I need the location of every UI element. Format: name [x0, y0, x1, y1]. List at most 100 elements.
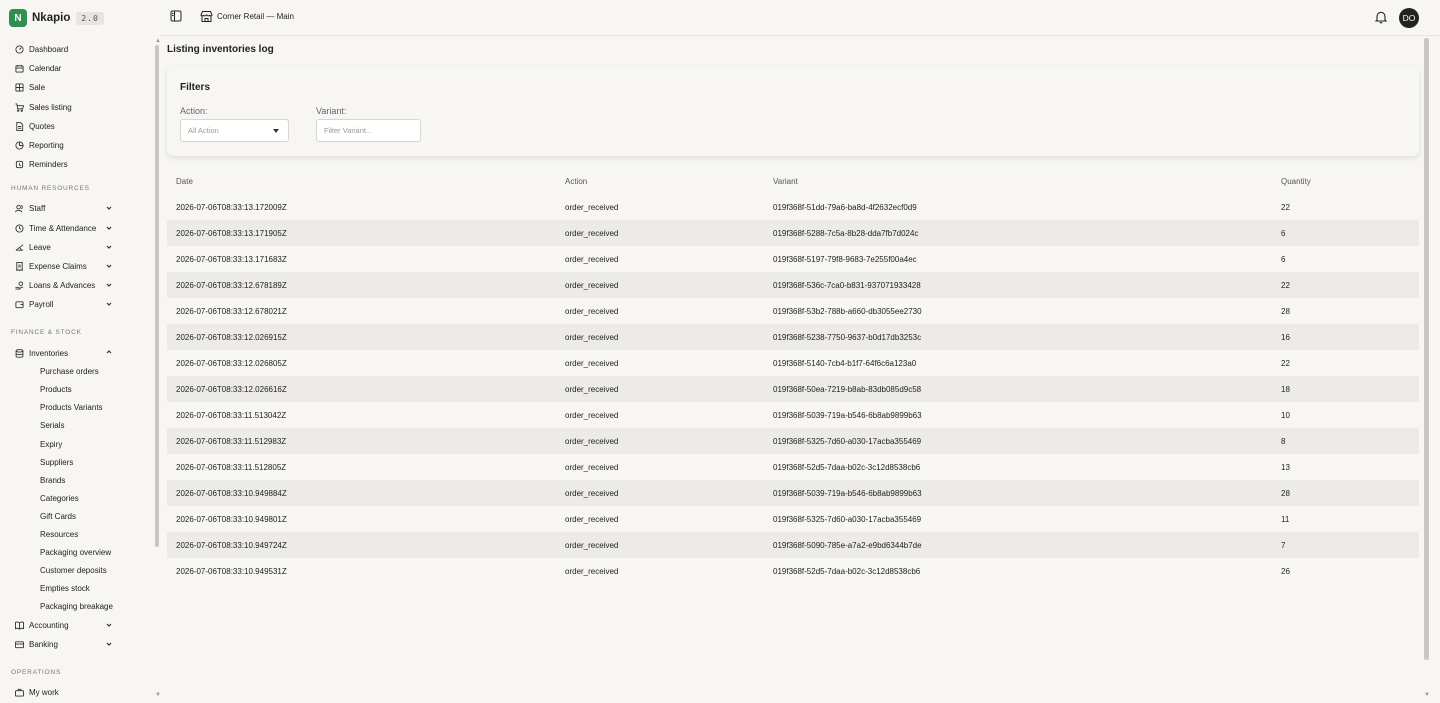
sidebar-subitem-products-variants[interactable]: Products Variants: [0, 399, 160, 417]
clock-icon: [14, 223, 24, 233]
sidebar-subitem-brands[interactable]: Brands: [0, 471, 160, 489]
column-header-quantity[interactable]: Quantity: [1281, 177, 1311, 186]
sidebar-item-time-attendance[interactable]: Time & Attendance: [0, 219, 160, 238]
sidebar-item-label: Loans & Advances: [29, 281, 96, 291]
table-row[interactable]: 2026-07-06T08:33:10.949801Z order_receive…: [167, 506, 1419, 532]
main-scrollbar[interactable]: [1424, 38, 1429, 660]
cell-action: order_received: [565, 515, 619, 524]
sidebar-item-payroll[interactable]: Payroll: [0, 295, 160, 314]
column-header-date[interactable]: Date: [176, 177, 193, 186]
table-row[interactable]: 2026-07-06T08:33:11.512805Z order_receive…: [167, 454, 1419, 480]
calendar-icon: [14, 64, 24, 74]
store-selector[interactable]: Corner Retail — Main: [200, 10, 294, 23]
sidebar-subitem-suppliers[interactable]: Suppliers: [0, 453, 160, 471]
sidebar-item-label: Dashboard: [29, 45, 69, 55]
sidebar-subitem-purchase-orders[interactable]: Purchase orders: [0, 363, 160, 381]
topbar: Corner Retail — Main DO: [160, 0, 1440, 36]
table-row[interactable]: 2026-07-06T08:33:11.512983Z order_receive…: [167, 428, 1419, 454]
book-icon: [14, 621, 24, 631]
table-row[interactable]: 2026-07-06T08:33:12.678021Z order_receive…: [167, 298, 1419, 324]
cell-quantity: 11: [1281, 515, 1290, 524]
sidebar-item-sales-listing[interactable]: Sales listing: [0, 98, 160, 117]
bell-icon[interactable]: [1374, 10, 1388, 24]
sidebar-subitem-packaging-breakage[interactable]: Packaging breakage: [0, 598, 160, 616]
sidebar-scroll-up-arrow[interactable]: ▲: [155, 38, 160, 44]
cell-action: order_received: [565, 567, 619, 576]
sidebar-item-accounting[interactable]: Accounting: [0, 616, 160, 635]
table-row[interactable]: 2026-07-06T08:33:12.678189Z order_receive…: [167, 272, 1419, 298]
cell-action: order_received: [565, 437, 619, 446]
brand[interactable]: N Nkapio 2.0: [9, 8, 104, 28]
table-row[interactable]: 2026-07-06T08:33:13.171905Z order_receive…: [167, 220, 1419, 246]
table-row[interactable]: 2026-07-06T08:33:10.949724Z order_receive…: [167, 532, 1419, 558]
table-row[interactable]: 2026-07-06T08:33:12.026616Z order_receive…: [167, 376, 1419, 402]
sidebar: N Nkapio 2.0 Dashboard Calendar Sale Sal…: [0, 0, 160, 703]
sidebar-item-my-work[interactable]: My work: [0, 683, 160, 702]
sidebar-item-sale[interactable]: Sale: [0, 78, 160, 97]
cell-action: order_received: [565, 385, 619, 394]
cell-variant: 019f368f-5197-79f8-9683-7e255f00a4ec: [773, 255, 917, 264]
leave-icon: [14, 242, 24, 252]
cell-quantity: 10: [1281, 411, 1290, 420]
table-row[interactable]: 2026-07-06T08:33:13.171683Z order_receive…: [167, 246, 1419, 272]
cell-variant: 019f368f-51dd-79a6-ba8d-4f2632ecf0d9: [773, 203, 917, 212]
chevron-down-icon: [106, 226, 112, 230]
sidebar-item-dashboard[interactable]: Dashboard: [0, 40, 160, 59]
sidebar-subitem-customer-deposits[interactable]: Customer deposits: [0, 562, 160, 580]
table-row[interactable]: 2026-07-06T08:33:10.949884Z order_receive…: [167, 480, 1419, 506]
cell-action: order_received: [565, 359, 619, 368]
avatar[interactable]: DO: [1399, 8, 1419, 28]
cell-date: 2026-07-06T08:33:11.513042Z: [176, 411, 287, 420]
action-filter-select[interactable]: All Action: [180, 119, 289, 142]
cell-quantity: 28: [1281, 489, 1290, 498]
chevron-down-icon: [106, 283, 112, 287]
sidebar-item-reporting[interactable]: Reporting: [0, 136, 160, 155]
cell-date: 2026-07-06T08:33:13.172009Z: [176, 203, 287, 212]
table-row[interactable]: 2026-07-06T08:33:11.513042Z order_receive…: [167, 402, 1419, 428]
column-header-action[interactable]: Action: [565, 177, 587, 186]
cell-date: 2026-07-06T08:33:13.171905Z: [176, 229, 287, 238]
sidebar-item-expense-claims[interactable]: Expense Claims: [0, 257, 160, 276]
sidebar-item-reminders[interactable]: Reminders: [0, 155, 160, 174]
cell-variant: 019f368f-5039-719a-b546-6b8ab9899b63: [773, 411, 922, 420]
sidebar-item-calendar[interactable]: Calendar: [0, 59, 160, 78]
sidebar-item-leave[interactable]: Leave: [0, 238, 160, 257]
column-header-variant[interactable]: Variant: [773, 177, 798, 186]
table-row[interactable]: 2026-07-06T08:33:12.026805Z order_receive…: [167, 350, 1419, 376]
sidebar-subitem-categories[interactable]: Categories: [0, 489, 160, 507]
cell-action: order_received: [565, 333, 619, 342]
sidebar-subitem-gift-cards[interactable]: Gift Cards: [0, 507, 160, 525]
sidebar-item-inventories[interactable]: Inventories: [0, 343, 160, 362]
variant-filter-input[interactable]: [316, 119, 421, 142]
sidebar-subitem-packaging-overview[interactable]: Packaging overview: [0, 544, 160, 562]
sidebar-toggle-icon[interactable]: [170, 10, 182, 22]
database-icon: [14, 348, 24, 358]
sidebar-item-loans-advances[interactable]: Loans & Advances: [0, 276, 160, 295]
table-row[interactable]: 2026-07-06T08:33:13.172009Z order_receive…: [167, 194, 1419, 220]
sidebar-subitem-expiry[interactable]: Expiry: [0, 435, 160, 453]
main-scroll-down-arrow[interactable]: ▼: [1424, 692, 1430, 698]
sidebar-scrollbar[interactable]: [155, 45, 159, 547]
sidebar-subitem-empties-stock[interactable]: Empties stock: [0, 580, 160, 598]
sale-icon: [14, 83, 24, 93]
sidebar-item-label: Quotes: [29, 121, 55, 131]
sidebar-subitem-products[interactable]: Products: [0, 381, 160, 399]
sidebar-item-banking[interactable]: Banking: [0, 635, 160, 654]
chevron-down-icon: [106, 302, 112, 307]
sidebar-subitem-resources[interactable]: Resources: [0, 525, 160, 543]
cell-quantity: 8: [1281, 437, 1286, 446]
cell-variant: 019f368f-52d5-7daa-b02c-3c12d8538cb6: [773, 567, 921, 576]
sidebar-scroll-down-arrow[interactable]: ▼: [155, 692, 160, 698]
table-row[interactable]: 2026-07-06T08:33:12.026915Z order_receive…: [167, 324, 1419, 350]
sidebar-subitem-serials[interactable]: Serials: [0, 417, 160, 435]
sidebar-item-quotes[interactable]: Quotes: [0, 117, 160, 136]
cell-date: 2026-07-06T08:33:11.512983Z: [176, 437, 287, 446]
table-row[interactable]: 2026-07-06T08:33:10.949531Z order_receive…: [167, 558, 1419, 584]
sidebar-item-label: Sale: [29, 83, 46, 93]
sidebar-item-staff[interactable]: Staff: [0, 199, 160, 218]
brand-logo: N: [9, 9, 27, 27]
cell-quantity: 6: [1281, 229, 1286, 238]
cell-quantity: 18: [1281, 385, 1290, 394]
inventory-log-table: Date Action Variant Quantity 2026-07-06T…: [167, 168, 1419, 584]
cart-icon: [14, 102, 24, 112]
